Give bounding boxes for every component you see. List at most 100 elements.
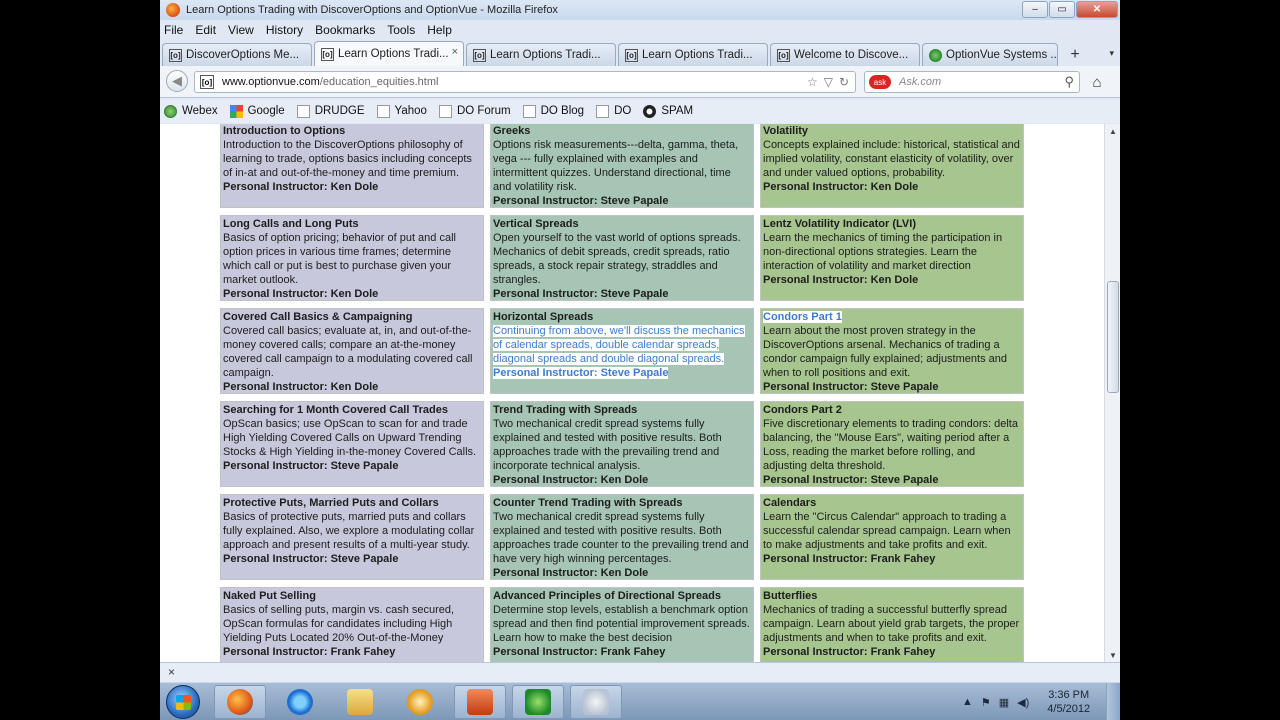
bookmark-webex[interactable]: Webex — [164, 104, 218, 118]
reload-icon[interactable]: ↻ — [839, 75, 849, 89]
bookmark-drudge[interactable]: DRUDGE — [296, 104, 365, 118]
search-bar[interactable]: ask Ask.com ⚲ — [864, 71, 1080, 93]
course-cell: Naked Put Selling Basics of selling puts… — [220, 587, 484, 662]
course-description: Five discretionary elements to trading c… — [763, 418, 1018, 472]
spam-icon — [643, 104, 657, 118]
bookmark-do-blog[interactable]: DO Blog — [522, 104, 585, 118]
firefox-icon — [166, 3, 180, 17]
search-engine-icon[interactable]: ask — [869, 75, 891, 89]
course-title: Long Calls and Long Puts — [223, 218, 359, 230]
course-cell-selected: Horizontal Spreads Continuing from above… — [490, 308, 754, 394]
selected-text[interactable]: Continuing from above, we'll discuss the… — [493, 325, 745, 365]
search-icon[interactable]: ⚲ — [1064, 74, 1074, 90]
maximize-button[interactable]: ▭ — [1049, 1, 1075, 18]
course-instructor: Personal Instructor: Steve Papale — [493, 288, 669, 300]
menu-tools[interactable]: Tools — [387, 23, 415, 37]
menu-help[interactable]: Help — [427, 23, 452, 37]
course-cell: Calendars Learn the "Circus Calendar" ap… — [760, 494, 1024, 580]
course-title: Butterflies — [763, 590, 818, 602]
history-dropdown-icon[interactable]: ▽ — [824, 75, 833, 89]
show-desktop-button[interactable] — [1106, 683, 1120, 720]
course-title: Advanced Principles of Directional Sprea… — [493, 590, 722, 602]
tab-learn-options-active[interactable]: [o] Learn Options Tradi... × — [314, 41, 464, 66]
close-button[interactable]: ✕ — [1076, 1, 1118, 18]
course-cell: Counter Trend Trading with Spreads Two m… — [490, 494, 754, 580]
taskbar-snipping-tool[interactable] — [570, 685, 622, 719]
list-all-tabs-icon[interactable]: ▾ — [1109, 48, 1114, 59]
scrollbar-thumb[interactable] — [1107, 281, 1119, 393]
show-hidden-icons-icon[interactable]: ▲ — [962, 696, 973, 709]
menu-edit[interactable]: Edit — [195, 23, 216, 37]
network-icon[interactable]: ▦ — [999, 696, 1009, 709]
tab-optionvue-systems[interactable]: OptionVue Systems ... — [922, 43, 1058, 66]
tab-discoveroptions[interactable]: [o] DiscoverOptions Me... — [162, 43, 312, 66]
tab-label: Learn Options Tradi... — [490, 49, 601, 61]
tab-label: DiscoverOptions Me... — [186, 49, 300, 61]
course-description[interactable]: Continuing from above, we'll discuss the… — [493, 324, 751, 366]
url-bar[interactable]: [o] www.optionvue.com/education_equities… — [194, 71, 856, 93]
bookmark-label: DO Blog — [540, 105, 585, 117]
course-cell: Searching for 1 Month Covered Call Trade… — [220, 401, 484, 487]
course-title: Covered Call Basics & Campaigning — [223, 311, 413, 323]
course-cell: Greeks Options risk measurements---delta… — [490, 124, 754, 208]
back-button[interactable]: ◀ — [166, 70, 188, 92]
taskbar-app-green[interactable] — [512, 685, 564, 719]
search-input[interactable]: Ask.com — [899, 76, 941, 88]
course-cell: Volatility Concepts explained include: h… — [760, 124, 1024, 208]
menu-bookmarks[interactable]: Bookmarks — [315, 23, 375, 37]
home-icon[interactable]: ⌂ — [1088, 73, 1106, 91]
taskbar-internet-explorer[interactable] — [274, 685, 326, 719]
menu-view[interactable]: View — [228, 23, 254, 37]
course-instructor: Personal Instructor: Ken Dole — [223, 181, 379, 193]
folder-icon — [347, 689, 373, 715]
course-instructor[interactable]: Personal Instructor: Steve Papale — [493, 366, 751, 380]
taskbar-clock[interactable]: 3:36 PM 4/5/2012 — [1047, 688, 1090, 716]
start-button[interactable] — [166, 685, 200, 719]
selected-text[interactable]: Personal Instructor: Steve Papale — [493, 367, 669, 379]
menu-file[interactable]: File — [164, 23, 183, 37]
course-title[interactable]: Condors Part 1 — [763, 310, 1021, 324]
course-instructor: Personal Instructor: Ken Dole — [763, 181, 919, 193]
taskbar-firefox[interactable] — [214, 685, 266, 719]
bookmark-do[interactable]: DO — [596, 104, 631, 118]
find-bar-close-icon[interactable]: × — [168, 665, 175, 679]
menu-history[interactable]: History — [266, 23, 303, 37]
tab-learn-options-2[interactable]: [o] Learn Options Tradi... — [466, 43, 616, 66]
course-description: Basics of protective puts, married puts … — [223, 511, 475, 551]
minimize-button[interactable]: – — [1022, 1, 1048, 18]
scroll-up-icon[interactable]: ▲ — [1105, 124, 1120, 138]
site-identity-icon[interactable]: [o] — [200, 75, 214, 89]
taskbar-explorer[interactable] — [334, 685, 386, 719]
tab-label: OptionVue Systems ... — [946, 49, 1058, 61]
windows-logo-icon — [176, 695, 191, 710]
tab-learn-options-3[interactable]: [o] Learn Options Tradi... — [618, 43, 768, 66]
bookmark-do-forum[interactable]: DO Forum — [438, 104, 511, 118]
bookmark-spam[interactable]: SPAM — [643, 104, 693, 118]
course-description: Learn the "Circus Calendar" approach to … — [763, 511, 1011, 551]
bookmark-yahoo[interactable]: Yahoo — [376, 104, 427, 118]
tab-close-icon[interactable]: × — [452, 46, 458, 58]
vertical-scrollbar[interactable]: ▲ ▼ — [1104, 124, 1120, 662]
url-text[interactable]: www.optionvue.com/education_equities.htm… — [222, 76, 438, 88]
volume-icon[interactable]: ◀) — [1017, 696, 1029, 709]
taskbar-media-player[interactable] — [394, 685, 446, 719]
course-title: Protective Puts, Married Puts and Collar… — [223, 497, 439, 509]
course-description: Two mechanical credit spread systems ful… — [493, 511, 749, 565]
powerpoint-icon — [467, 689, 493, 715]
page-icon — [296, 104, 310, 118]
taskbar-powerpoint[interactable] — [454, 685, 506, 719]
course-cell: Covered Call Basics & Campaigning Covere… — [220, 308, 484, 394]
course-instructor: Personal Instructor: Steve Papale — [223, 460, 399, 472]
course-description: Learn about the most proven strategy in … — [763, 325, 1007, 379]
selected-text[interactable]: Condors Part 1 — [763, 311, 842, 323]
url-domain: www.optionvue.com — [222, 76, 320, 88]
bookmark-google[interactable]: Google — [229, 104, 285, 118]
site-favicon-icon: [o] — [777, 48, 790, 62]
new-tab-button[interactable]: + — [1064, 44, 1086, 66]
course-cell: Lentz Volatility Indicator (LVI) Learn t… — [760, 215, 1024, 301]
scroll-down-icon[interactable]: ▼ — [1105, 648, 1120, 662]
action-center-flag-icon[interactable]: ⚑ — [981, 696, 991, 709]
tab-welcome[interactable]: [o] Welcome to Discove... — [770, 43, 920, 66]
course-cell: Trend Trading with Spreads Two mechanica… — [490, 401, 754, 487]
bookmark-star-icon[interactable]: ☆ — [807, 75, 818, 89]
